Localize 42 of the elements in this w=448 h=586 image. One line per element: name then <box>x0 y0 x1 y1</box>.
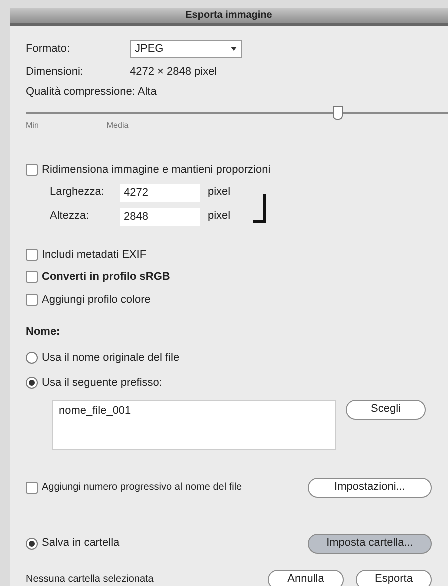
push-button[interactable]: Impostazioni... <box>308 478 432 498</box>
checkbox[interactable] <box>26 294 38 306</box>
size-value: 4272 × 2848 pixel <box>130 64 218 80</box>
checkbox[interactable] <box>26 248 38 261</box>
quality-slider[interactable] <box>26 106 448 120</box>
slider-thumb[interactable] <box>333 106 344 120</box>
destination-label: Salva in cartella <box>42 536 120 552</box>
push-button[interactable]: Scegli <box>346 400 426 420</box>
radio-button[interactable] <box>26 377 38 390</box>
checkbox[interactable] <box>26 271 38 284</box>
checkbox[interactable] <box>26 164 38 176</box>
unit-label: pixel <box>208 209 231 224</box>
option-label: Includi metadati EXIF <box>42 248 147 262</box>
dimension-label: Larghezza: <box>50 185 106 200</box>
format-dropdown[interactable]: JPEG <box>130 40 242 58</box>
status-text: Nessuna cartella selezionata <box>26 573 154 586</box>
option-label: Aggiungi profilo colore <box>42 292 151 308</box>
dimension-field[interactable]: 2848 <box>120 208 200 226</box>
tick-label: Min <box>26 120 39 132</box>
dimension-label: Altezza: <box>50 209 90 224</box>
dimension-field[interactable]: 4272 <box>120 184 200 202</box>
format-label: Formato: <box>26 42 72 57</box>
link-bracket-icon <box>250 194 267 224</box>
push-button[interactable]: Imposta cartella... <box>308 534 432 554</box>
numbering-label: Aggiungi numero progressivo al nome del file <box>42 481 242 495</box>
radio-button[interactable] <box>26 352 38 364</box>
option-label: Converti in profilo sRGB <box>42 270 170 285</box>
quality-label: Qualità compressione: Alta <box>26 85 158 100</box>
resize-label: Ridimensiona immagine e mantieni proporzioni <box>42 163 271 178</box>
size-label: Dimensioni: <box>26 64 84 80</box>
radio-label: Usa il nome originale del file <box>42 350 180 366</box>
radio-label: Usa il seguente prefisso: <box>42 376 162 391</box>
name-heading: Nome: <box>26 325 62 340</box>
tick-label: Media <box>106 120 129 132</box>
caret-icon <box>231 47 237 51</box>
push-button[interactable]: Annulla <box>268 570 344 586</box>
window-title: Esporta immagine <box>186 9 272 23</box>
prefix-field[interactable]: nome_file_001 <box>52 400 336 450</box>
radio-button[interactable] <box>26 538 38 550</box>
unit-label: pixel <box>208 185 231 200</box>
push-button[interactable]: Esporta <box>356 570 432 586</box>
checkbox[interactable] <box>26 482 38 494</box>
